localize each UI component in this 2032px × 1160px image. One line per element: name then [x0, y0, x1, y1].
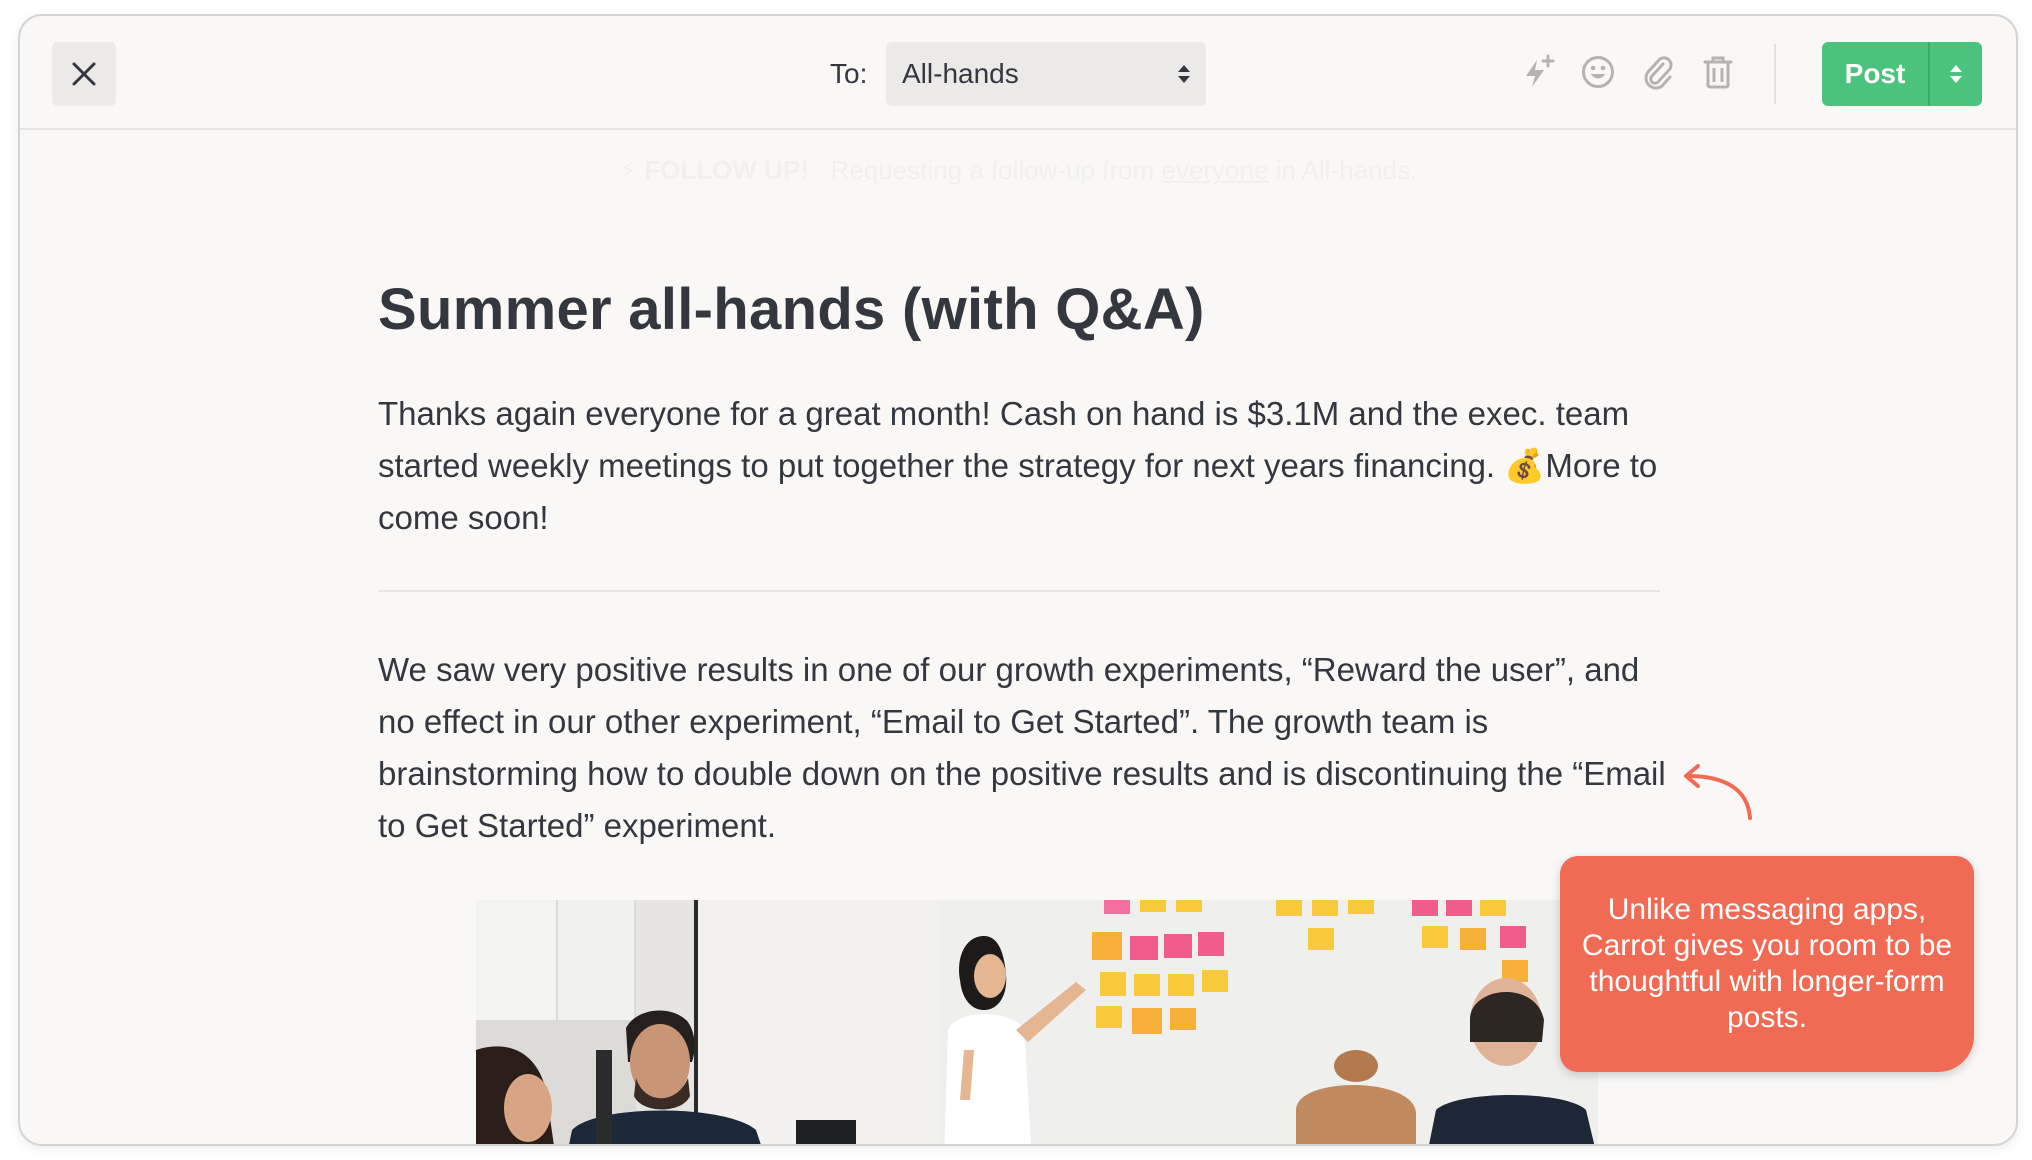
chevron-updown-icon	[1950, 65, 1962, 83]
team-meeting-photo	[476, 900, 1598, 1144]
follow-up-tag: FOLLOW UP!	[644, 155, 809, 185]
post-paragraph-1[interactable]: Thanks again everyone for a great month!…	[378, 388, 1668, 544]
post-title[interactable]: Summer all-hands (with Q&A)	[378, 274, 1668, 346]
follow-up-bolt-icon: ⚡	[618, 155, 637, 185]
follow-up-text-end: in All-hands.	[1275, 155, 1418, 185]
composer-window: To: All-hands Post ⚡ FOLLOW UP! Requesti…	[18, 14, 2018, 1146]
follow-up-link[interactable]: everyone	[1161, 155, 1268, 185]
follow-up-banner: ⚡ FOLLOW UP! Requesting a follow-up from…	[20, 154, 2016, 186]
post-paragraph-2[interactable]: We saw very positive results in one of o…	[378, 644, 1668, 852]
paperclip-icon[interactable]	[1640, 54, 1676, 90]
follow-up-text: Requesting a follow-up from	[830, 155, 1155, 185]
post-button[interactable]: Post	[1822, 42, 1928, 106]
toolbar-divider	[1774, 44, 1776, 104]
post-content: Summer all-hands (with Q&A) Thanks again…	[378, 274, 1668, 844]
close-icon	[72, 62, 96, 86]
recipient-value: All-hands	[902, 58, 1019, 89]
tooltip-text: Unlike messaging apps, Carrot gives you …	[1581, 893, 1953, 1034]
feature-tooltip: Unlike messaging apps, Carrot gives you …	[1560, 856, 1974, 1072]
post-options-button[interactable]	[1930, 42, 1982, 106]
to-label: To:	[830, 58, 868, 89]
post-image[interactable]	[476, 900, 1598, 1144]
trash-icon[interactable]	[1700, 54, 1736, 90]
sparkle-bolt-icon[interactable]	[1520, 54, 1556, 90]
money-bag-emoji: 💰	[1504, 447, 1546, 484]
curved-arrow-icon	[1684, 764, 1752, 820]
recipient-select[interactable]: All-hands	[886, 42, 1206, 106]
post-button-group: Post	[1822, 42, 1982, 106]
paragraph-1-text: Thanks again everyone for a great month!…	[378, 395, 1630, 484]
chevron-updown-icon	[1178, 65, 1190, 83]
composer-toolbar: To: All-hands Post	[20, 16, 2016, 130]
emoji-icon[interactable]	[1580, 54, 1616, 90]
section-divider	[378, 590, 1660, 592]
close-button[interactable]	[52, 42, 116, 106]
